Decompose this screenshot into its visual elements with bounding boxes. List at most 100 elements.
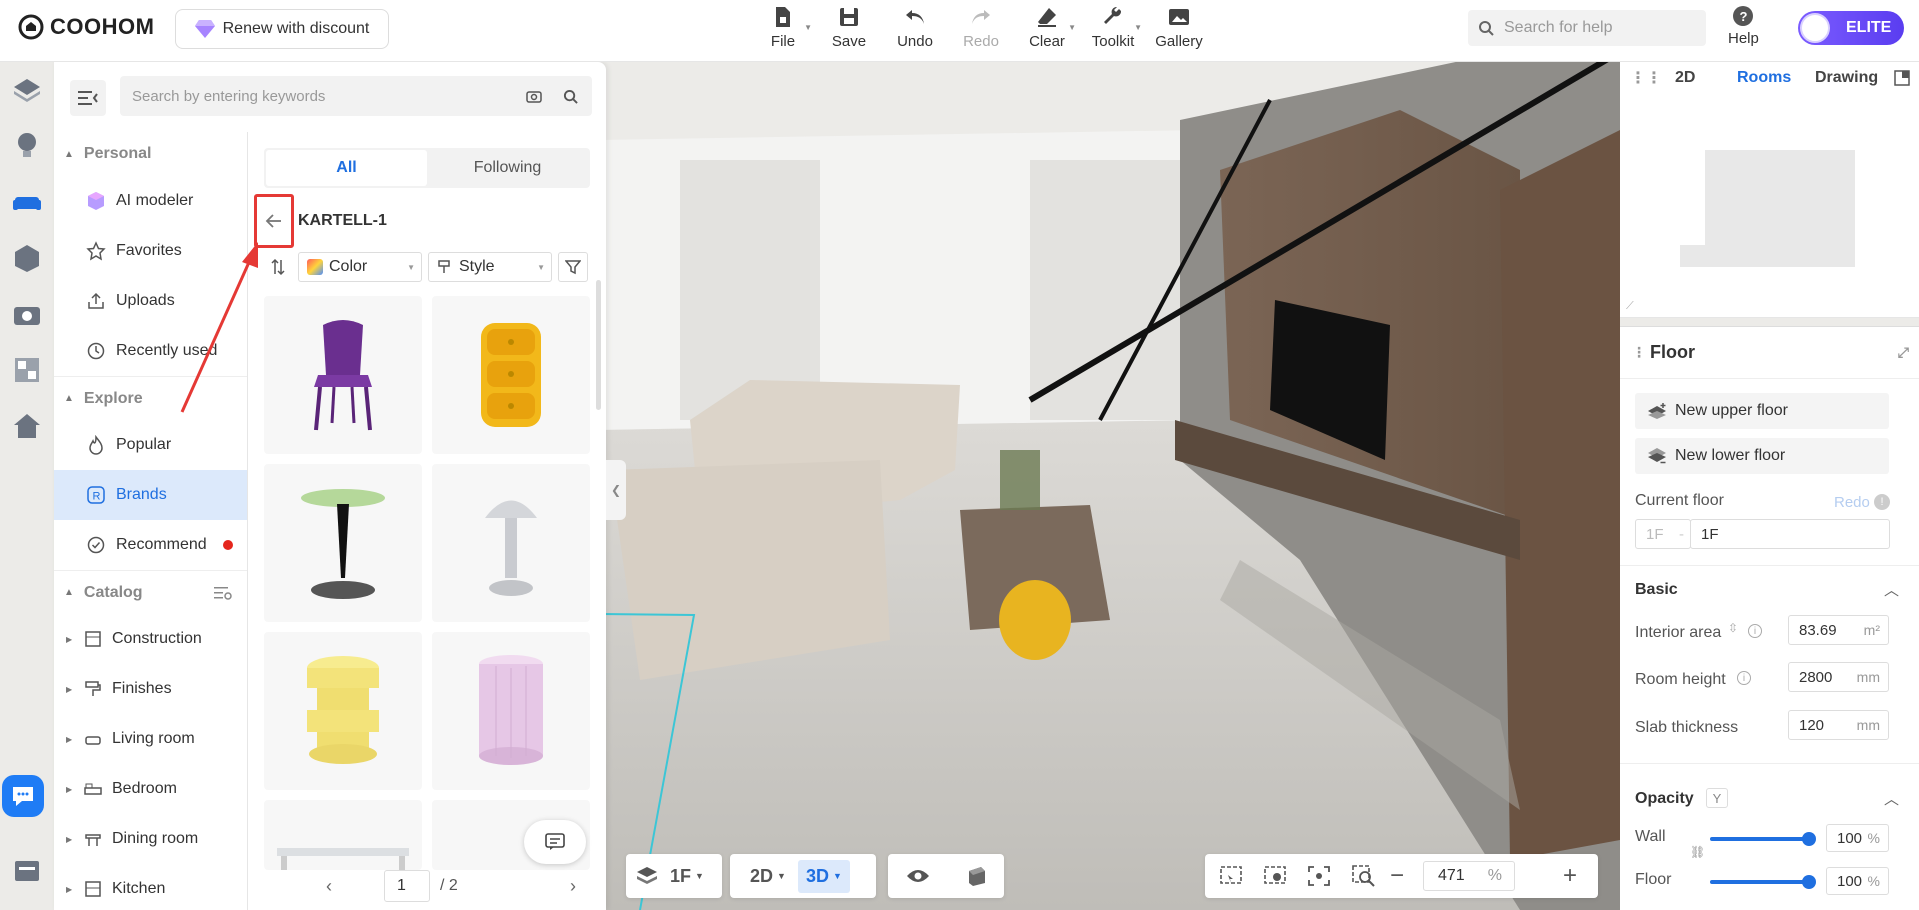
product-card[interactable] <box>432 296 590 454</box>
catalog-settings-icon[interactable] <box>214 586 232 600</box>
link-icon[interactable]: ⛓ <box>1690 845 1705 859</box>
zoom-region-icon[interactable] <box>1351 864 1377 888</box>
minimap-floorplan[interactable] <box>1680 147 1860 272</box>
eye-icon[interactable] <box>906 868 930 884</box>
elite-badge[interactable]: ELITE <box>1798 11 1904 45</box>
search-icon[interactable] <box>563 89 578 104</box>
redo-button[interactable]: Redo <box>948 5 1014 50</box>
rail-furniture-icon[interactable] <box>0 174 54 230</box>
room-height-input[interactable]: 2800 mm <box>1788 662 1889 692</box>
sort-arrows-icon[interactable]: ⇳ <box>1728 621 1738 635</box>
toolkit-button[interactable]: Toolkit ▼ <box>1080 5 1146 50</box>
info-icon[interactable]: ! <box>1874 494 1890 510</box>
undo-button[interactable]: Undo <box>882 5 948 50</box>
drag-handle-icon[interactable]: ⋮ <box>1632 344 1646 361</box>
nav-popular[interactable]: Popular <box>54 420 247 470</box>
tab-drawing[interactable]: Drawing <box>1815 69 1878 87</box>
catalog-construction[interactable]: ▶ Construction <box>54 614 247 664</box>
style-filter-select[interactable]: Style ▼ <box>428 252 552 282</box>
product-card[interactable] <box>264 800 422 870</box>
slab-thickness-input[interactable]: 120 mm <box>1788 710 1889 740</box>
view-3d-label: 3D <box>805 865 829 886</box>
wall-opacity-slider[interactable] <box>1710 832 1816 846</box>
slider-knob[interactable] <box>1802 832 1816 846</box>
collapse-panel-button[interactable] <box>70 80 106 116</box>
new-upper-floor-button[interactable]: New upper floor <box>1635 393 1889 429</box>
rail-settings-icon[interactable] <box>0 846 54 896</box>
avatar[interactable] <box>1800 13 1830 43</box>
catalog-living-room[interactable]: ▶ Living room <box>54 714 247 764</box>
panel-toggle-tab[interactable]: ❮ <box>606 460 626 520</box>
floor-switcher[interactable]: 1F ▼ <box>626 854 722 898</box>
product-card[interactable] <box>432 464 590 622</box>
renew-button[interactable]: Renew with discount <box>175 9 389 49</box>
chevron-up-icon[interactable]: ︿ <box>1884 788 1899 809</box>
current-floor-input[interactable]: 1F <box>1690 519 1890 549</box>
floor-opacity-slider[interactable] <box>1710 875 1816 889</box>
grid-scrollbar[interactable] <box>596 280 601 410</box>
catalog-kitchen[interactable]: ▶ Kitchen <box>54 864 247 910</box>
page-number: 1 <box>397 877 406 894</box>
catalog-finishes[interactable]: ▶ Finishes <box>54 664 247 714</box>
nav-recommend[interactable]: Recommend <box>54 520 247 570</box>
rail-floorplan-icon[interactable] <box>0 62 54 118</box>
rail-layout-icon[interactable] <box>0 342 54 398</box>
tab-following[interactable]: Following <box>427 150 588 186</box>
view-2d-button[interactable]: 2D ▼ <box>750 866 786 887</box>
info-icon[interactable]: i <box>1737 671 1751 685</box>
rail-build-icon[interactable] <box>0 230 54 286</box>
slider-knob[interactable] <box>1802 875 1816 889</box>
product-card[interactable] <box>264 632 422 790</box>
next-page-icon[interactable]: › <box>570 876 576 897</box>
chevron-up-icon[interactable]: ︿ <box>1884 579 1899 600</box>
message-button[interactable] <box>524 820 586 864</box>
tab-rooms[interactable]: Rooms <box>1737 69 1791 87</box>
zoom-out-icon[interactable]: − <box>1390 862 1404 890</box>
zoom-input[interactable]: 471% <box>1423 861 1515 891</box>
box-view-icon[interactable] <box>965 865 987 887</box>
catalog-dining-room[interactable]: ▶ Dining room <box>54 814 247 864</box>
help-button[interactable]: ? Help <box>1728 6 1759 47</box>
rail-lighting-icon[interactable] <box>0 118 54 174</box>
section-catalog[interactable]: ▲ Catalog <box>54 570 247 614</box>
tab-2d[interactable]: 2D <box>1675 69 1695 87</box>
rail-camera-icon[interactable] <box>0 286 54 342</box>
nav-ai-modeler[interactable]: AI modeler <box>54 176 247 226</box>
page-input[interactable]: 1 <box>384 870 430 902</box>
product-card[interactable] <box>264 296 422 454</box>
expand-icon[interactable] <box>1894 70 1910 86</box>
help-search-input[interactable]: Search for help <box>1468 10 1706 46</box>
filter-button[interactable] <box>558 252 588 282</box>
product-card[interactable] <box>264 464 422 622</box>
nav-brands[interactable]: R Brands <box>54 470 247 520</box>
color-filter-select[interactable]: Color ▼ <box>298 252 422 282</box>
focus-icon[interactable] <box>1307 865 1331 887</box>
clear-button[interactable]: Clear ▼ <box>1014 5 1080 50</box>
prev-page-icon[interactable]: ‹ <box>326 876 332 897</box>
redo-floor-link[interactable]: Redo <box>1834 494 1870 511</box>
interior-area-input[interactable]: 83.69 m² <box>1788 615 1889 645</box>
fit-view-icon[interactable] <box>1219 865 1243 887</box>
drag-handle-icon[interactable]: ⋮⋮ <box>1630 68 1662 88</box>
info-icon[interactable]: i <box>1748 624 1762 638</box>
product-card[interactable] <box>432 632 590 790</box>
floor-opacity-input[interactable]: 100% <box>1826 867 1889 895</box>
catalog-bedroom[interactable]: ▶ Bedroom <box>54 764 247 814</box>
camera-search-icon[interactable] <box>526 89 542 103</box>
zoom-in-icon[interactable]: + <box>1563 862 1577 890</box>
view-settings-icon[interactable] <box>1263 865 1287 887</box>
section-personal[interactable]: ▲ Personal <box>54 132 247 176</box>
tab-all[interactable]: All <box>266 150 427 186</box>
view-3d-button[interactable]: 3D ▼ <box>797 859 850 893</box>
expand-icon[interactable]: ⤢ <box>1898 344 1909 361</box>
app-logo[interactable]: COOHOM <box>18 14 154 40</box>
rail-home-icon[interactable] <box>0 398 54 454</box>
resize-handle-icon[interactable]: ⟋ <box>1626 300 1634 313</box>
catalog-search-input[interactable]: Search by entering keywords <box>120 76 592 116</box>
file-button[interactable]: File ▼ <box>750 5 816 50</box>
chat-support-button[interactable] <box>2 775 44 817</box>
save-button[interactable]: Save <box>816 5 882 50</box>
gallery-button[interactable]: Gallery <box>1146 5 1212 50</box>
new-lower-floor-button[interactable]: New lower floor <box>1635 438 1889 474</box>
wall-opacity-input[interactable]: 100% <box>1826 824 1889 852</box>
